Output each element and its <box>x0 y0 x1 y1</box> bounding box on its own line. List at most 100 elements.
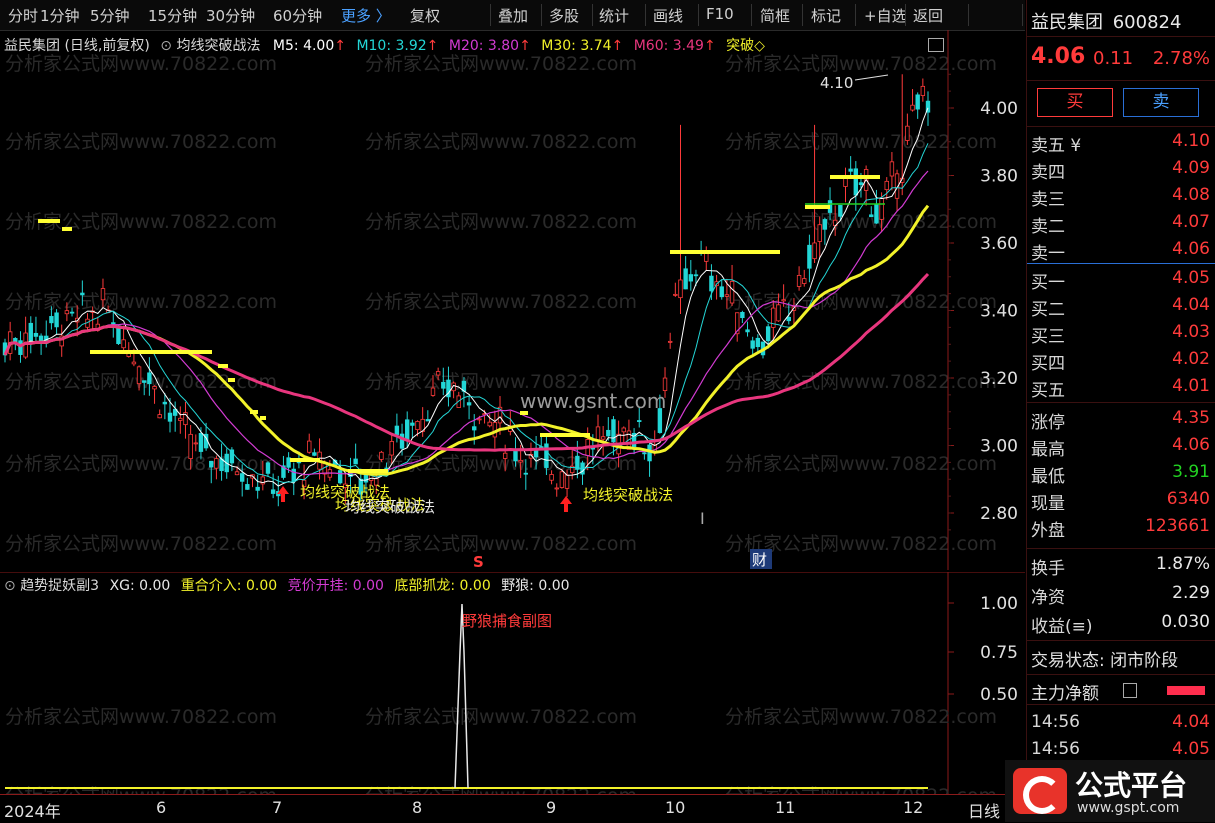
candle-body <box>152 386 157 390</box>
candle-body <box>100 288 106 301</box>
candle-body <box>337 470 343 484</box>
stat2-row: 收益(≡) 0.030 <box>1027 609 1215 637</box>
toolbar-item-1[interactable]: 1分钟 <box>40 5 80 26</box>
candle-body <box>874 204 879 224</box>
sub-indicator-chart[interactable]: ⊙ 趋势捉妖副3 XG: 0.00 重合介入: 0.00 竞价开挂: 0.00 … <box>0 572 1025 794</box>
toolbar-item-13[interactable]: 简框 <box>760 5 790 26</box>
candle-body <box>435 371 441 376</box>
toolbar-separator <box>592 4 593 26</box>
watermark-text: 分析家公式网www.70822.com <box>725 131 997 153</box>
toolbar-item-3[interactable]: 15分钟 <box>148 5 197 26</box>
candle-body <box>245 484 250 490</box>
high-price-label: 4.10 <box>820 74 853 92</box>
watermark-text: 分析家公式网www.70822.com <box>725 291 997 313</box>
stat-row-value: 6340 <box>1166 489 1210 509</box>
panel-divider <box>1027 674 1215 675</box>
watermark-text: 分析家公式网www.70822.com <box>725 371 997 393</box>
period-label[interactable]: 日线 <box>968 798 1000 822</box>
candle-body <box>554 487 559 490</box>
stock-code: 600824 <box>1112 12 1182 33</box>
stat-row-label: 涨停 <box>1031 413 1065 433</box>
candle-body <box>600 436 606 440</box>
candle-body <box>33 332 39 337</box>
candle-body <box>606 429 611 437</box>
watermark-text: 分析家公式网www.70822.com <box>725 706 997 728</box>
candle-body <box>425 419 431 422</box>
tick-row: 14:56 4.04 <box>1027 709 1215 736</box>
stat-row-value: 123661 <box>1145 516 1210 536</box>
watermark-text: 分析家公式网www.70822.com <box>365 211 637 233</box>
time-axis-label: 2024年 <box>4 802 61 821</box>
candle-body <box>719 286 724 298</box>
buy-arrow-icon <box>560 496 572 512</box>
candle-body <box>157 414 162 419</box>
candle-body <box>265 462 271 474</box>
tick-row-value: 4.04 <box>1172 712 1210 732</box>
price-axis-label: 4.00 <box>980 99 1018 119</box>
time-axis: 2024年 6 7 8 9 10 11 12 日线 <box>0 794 1025 823</box>
candle-body <box>466 402 472 406</box>
price-axis-label: 2.80 <box>980 504 1018 524</box>
candle-body <box>80 292 85 296</box>
price-axis-label: 3.00 <box>980 437 1018 457</box>
toolbar-item-4[interactable]: 30分钟 <box>206 5 255 26</box>
panel-divider <box>1027 402 1215 403</box>
candle-body <box>776 304 781 322</box>
toolbar-item-12[interactable]: F10 <box>706 5 734 23</box>
candle-body <box>802 278 807 284</box>
candle-body <box>564 474 570 489</box>
watermark-text: 分析家公式网www.70822.com <box>5 533 277 555</box>
toolbar-item-5[interactable]: 60分钟 <box>273 5 322 26</box>
watermark-text: 分析家公式网www.70822.com <box>365 291 637 313</box>
toolbar-item-10[interactable]: 统计 <box>599 5 629 26</box>
stat-row: 最低 3.91 <box>1027 459 1215 487</box>
price-axis-label: 3.80 <box>980 167 1018 187</box>
candle-body <box>415 421 420 431</box>
toolbar-item-16[interactable]: 返回 <box>913 5 943 26</box>
stat-row: 现量 6340 <box>1027 486 1215 514</box>
toolbar-item-2[interactable]: 5分钟 <box>90 5 130 26</box>
candle-body <box>441 381 446 389</box>
marker-s[interactable]: S <box>473 553 484 570</box>
candle-body <box>513 450 518 462</box>
price-axis-label: 3.40 <box>980 302 1018 322</box>
time-axis-label: 10 <box>665 798 686 817</box>
stat2-row-label: 换手 <box>1031 559 1065 579</box>
list-icon[interactable] <box>1123 683 1137 698</box>
toolbar-item-6[interactable]: 更多 〉 <box>341 5 391 26</box>
kline-chart[interactable]: 益民集团 (日线,前复权) ⊙ 均线突破战法 M5: 4.00↑ M10: 3.… <box>0 30 1025 570</box>
toolbar-item-7[interactable]: 复权 <box>410 5 440 26</box>
main-flow-bar <box>1167 686 1205 695</box>
price-change-pct: 2.78% <box>1152 48 1210 69</box>
candle-body <box>755 337 761 348</box>
toolbar-item-14[interactable]: 标记 <box>811 5 841 26</box>
candle-body <box>709 275 714 292</box>
candle-body <box>667 340 673 343</box>
candle-body <box>193 442 198 445</box>
time-axis-label: 8 <box>412 798 423 817</box>
sub-axis-label: 0.75 <box>980 643 1018 663</box>
marker-cai[interactable]: 财 <box>752 551 767 569</box>
watermark-text: 分析家公式网www.70822.com <box>725 453 997 475</box>
toolbar-separator <box>968 4 969 26</box>
toolbar-item-15[interactable]: +自选 <box>864 5 907 26</box>
candle-body <box>559 471 565 488</box>
sub-canvas: 分析家公式网www.70822.com 分析家公式网www.70822.com 分析… <box>0 572 1025 794</box>
toolbar-item-11[interactable]: 画线 <box>653 5 683 26</box>
sell-button[interactable]: 卖 <box>1123 88 1199 117</box>
main-flow-label[interactable]: 主力净额 <box>1031 679 1099 704</box>
candle-body <box>673 293 678 296</box>
toolbar-item-8[interactable]: 叠加 <box>498 5 528 26</box>
watermark-text: 分析家公式网www.70822.com <box>365 706 637 728</box>
stat-row-label: 外盘 <box>1031 521 1065 541</box>
buy-button[interactable]: 买 <box>1037 88 1113 117</box>
stat-row-value: 4.35 <box>1172 408 1210 428</box>
candle-body <box>745 329 750 333</box>
candle-body <box>18 340 23 355</box>
tick-row: 14:56 4.05 <box>1027 736 1215 763</box>
toolbar-item-0[interactable]: 分时 <box>8 5 38 26</box>
candle-body <box>858 182 864 185</box>
ask-row-value: 4.09 <box>1172 158 1210 178</box>
candle-body <box>807 244 812 269</box>
toolbar-item-9[interactable]: 多股 <box>549 5 579 26</box>
